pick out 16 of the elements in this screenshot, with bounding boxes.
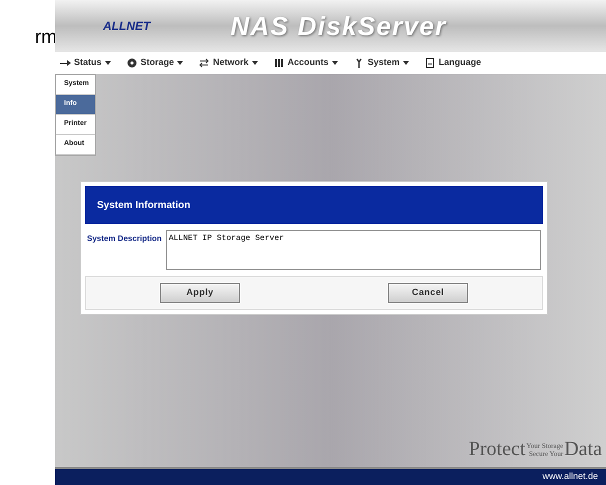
description-field[interactable]: ALLNET IP Storage Server (166, 230, 541, 270)
logo: ALLNET (103, 18, 150, 35)
app-title: NAS DiskServer (230, 10, 447, 42)
menu-item[interactable]: Language (424, 56, 482, 70)
footer-link[interactable]: www.allnet.de (542, 470, 598, 484)
menu-item[interactable]: Accounts (272, 56, 339, 70)
slogan-text: Data (564, 439, 602, 459)
apply-button[interactable]: Apply (160, 283, 240, 303)
menu-item[interactable]: System (352, 56, 410, 70)
dialog-title: System Information (85, 186, 543, 224)
menu-item[interactable]: Storage (126, 56, 184, 70)
menu-item[interactable]: Status (59, 56, 112, 70)
cancel-button[interactable]: Cancel (388, 283, 468, 303)
slogan-text: Protect (468, 439, 526, 459)
field-label: System Description (87, 233, 162, 245)
menu-item[interactable]: Network (198, 56, 259, 70)
